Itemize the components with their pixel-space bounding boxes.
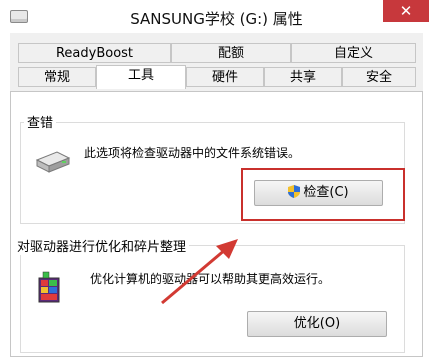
annotation-arrow [161,239,238,305]
